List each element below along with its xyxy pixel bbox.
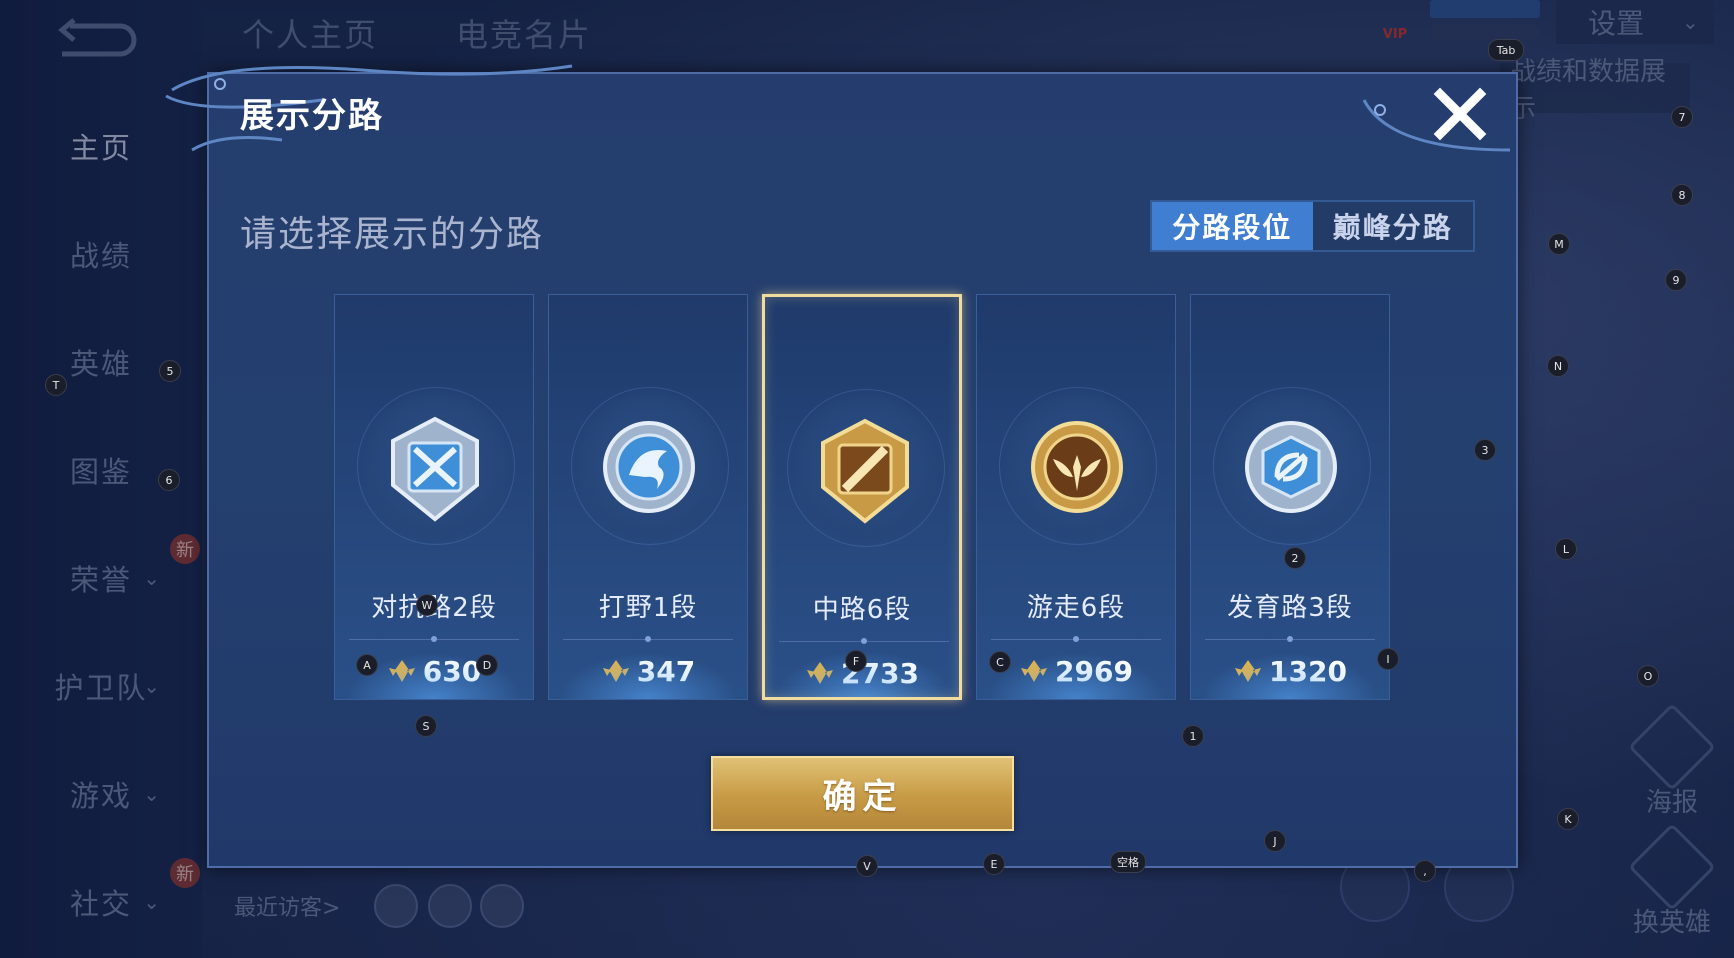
key-hint: D [476, 654, 498, 676]
lane-type-toggle: 分路段位 巅峰分路 [1150, 200, 1475, 252]
key-hint: L [1555, 538, 1577, 560]
key-hint: 8 [1671, 184, 1693, 206]
dialog-subtitle: 请选择展示的分路 [240, 214, 545, 255]
key-hint: F [845, 650, 867, 672]
confirm-button[interactable]: 确定 [711, 756, 1014, 831]
divider-dot [1287, 636, 1293, 642]
key-hint: 5 [159, 360, 181, 382]
divider-dot [861, 638, 867, 644]
key-hint: E [983, 853, 1005, 875]
key-hint: 6 [158, 469, 180, 491]
key-hint: N [1547, 355, 1569, 377]
lane-card-farm[interactable]: 发育路3段 1320 [1190, 294, 1390, 700]
crossed-swords-emblem-icon [391, 416, 479, 522]
key-hint: C [989, 651, 1011, 673]
key-hint: M [1548, 233, 1570, 255]
bow-emblem-icon [1245, 421, 1337, 513]
key-hint: 2 [1284, 547, 1306, 569]
key-hint: W [416, 594, 438, 616]
key-hint: 3 [1474, 439, 1496, 461]
key-hint: 7 [1671, 106, 1693, 128]
key-hint: S [415, 715, 437, 737]
key-hint: K [1557, 808, 1579, 830]
divider-dot [1073, 636, 1079, 642]
key-hint: J [1264, 830, 1286, 852]
divider-dot [431, 636, 437, 642]
card-glow [559, 653, 737, 699]
lane-name: 游走6段 [1026, 593, 1126, 623]
key-hint: T [45, 374, 67, 396]
wings-emblem-icon [1031, 421, 1123, 513]
tab-lane-rank[interactable]: 分路段位 [1152, 202, 1313, 250]
key-hint: 9 [1665, 269, 1687, 291]
staff-emblem-icon [821, 418, 909, 524]
card-glow [987, 653, 1165, 699]
key-hint: 1 [1182, 725, 1204, 747]
lane-name: 打野1段 [598, 593, 698, 623]
close-icon[interactable] [1432, 86, 1488, 142]
key-hint: O [1637, 665, 1659, 687]
key-hint: I [1377, 648, 1399, 670]
lane-card-top[interactable]: 对抗路2段 630 [334, 294, 534, 700]
dialog-title: 展示分路 [240, 96, 384, 136]
key-hint: A [356, 654, 378, 676]
lane-card-jungle[interactable]: 打野1段 347 [548, 294, 748, 700]
lane-card-roam[interactable]: 游走6段 2969 [976, 294, 1176, 700]
key-hint: Tab [1488, 39, 1524, 61]
key-hint: V [856, 855, 878, 877]
lane-name: 发育路3段 [1227, 593, 1353, 623]
lane-name: 中路6段 [812, 595, 912, 625]
tab-peak-lane[interactable]: 巅峰分路 [1313, 202, 1474, 250]
key-hint: , [1414, 860, 1436, 882]
card-glow [1201, 653, 1379, 699]
divider-dot [645, 636, 651, 642]
dragon-emblem-icon [603, 421, 695, 513]
lane-card-mid[interactable]: 中路6段 2733 [762, 294, 962, 700]
key-hint: 空格 [1110, 851, 1146, 873]
